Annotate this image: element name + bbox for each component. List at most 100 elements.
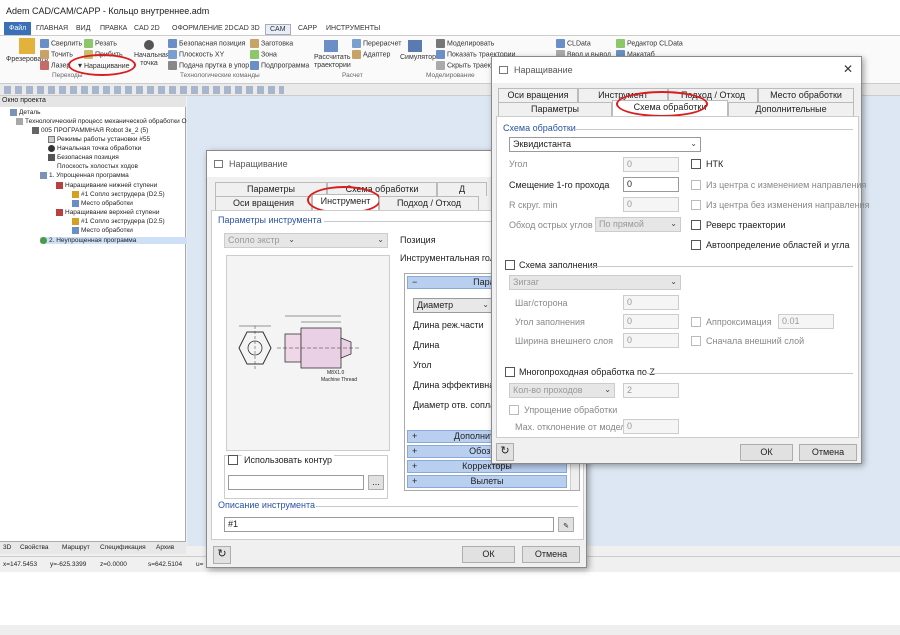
drill-button[interactable]: Сверлить <box>40 39 82 48</box>
start-point-button[interactable]: Начальная точка <box>134 40 170 68</box>
tab-tools[interactable]: ИНСТРУМЕНТЫ <box>322 24 384 33</box>
blank-button[interactable]: Заготовка <box>250 39 293 48</box>
feed-bar-icon <box>168 61 177 70</box>
zone-button[interactable]: Зона <box>250 50 277 59</box>
editor-cldata-button[interactable]: Редактор CLData <box>616 39 683 48</box>
description-input[interactable]: #1 <box>224 517 554 532</box>
turn-button[interactable]: Точить <box>40 50 73 59</box>
cldata-button[interactable]: CLData <box>556 39 591 48</box>
angle-input[interactable]: 0 <box>623 157 679 172</box>
param-label: Длина эффективная <box>413 380 500 390</box>
tab-cad2d[interactable]: CAD 2D <box>130 24 164 33</box>
tab-cam[interactable]: CAM <box>265 24 291 35</box>
cancel-button[interactable]: Отмена <box>522 546 580 563</box>
edit-description-button[interactable]: ✎ <box>558 517 574 532</box>
approx-input[interactable]: 0.01 <box>778 314 834 329</box>
tree-item[interactable]: 005 ПРОГРАММНАЯ Robot 3к_2 (5) <box>32 127 148 134</box>
max-dev-input[interactable]: 0 <box>623 419 679 434</box>
passes-input[interactable]: 2 <box>623 383 679 398</box>
laser-button[interactable]: Лазер <box>40 61 70 70</box>
file-tab[interactable]: Файл <box>4 22 32 35</box>
rmin-input[interactable]: 0 <box>623 197 679 212</box>
scheme-select[interactable]: Эквидистанта ⌄ <box>509 137 701 152</box>
tree-item[interactable]: 1. Упрощенная программа <box>40 172 129 179</box>
tab-cad3d[interactable]: CAD 3D <box>230 24 264 33</box>
tab-drafting[interactable]: ОФОРМЛЕНИЕ 2D <box>168 24 238 33</box>
tree-item[interactable]: #1 Сопло экструдера (D2.5) <box>72 218 165 225</box>
safe-position-button[interactable]: Безопасная позиция <box>168 39 245 48</box>
tab-3d[interactable]: 3D <box>3 544 11 551</box>
fill-scheme-checkbox[interactable] <box>505 260 515 270</box>
tab-capp[interactable]: CAPP <box>294 24 321 33</box>
highlight-ring <box>616 91 708 117</box>
from-center-nodir-checkbox[interactable] <box>691 200 701 210</box>
tab-additional[interactable]: Дополнительные <box>728 102 854 116</box>
group-overhangs[interactable]: + Вылеты <box>407 475 567 488</box>
param-type-select[interactable]: Диаметр ⌄ <box>413 298 493 313</box>
adapter-button[interactable]: Адаптер <box>352 50 390 59</box>
tree-item[interactable]: Режимы работы установки #55 <box>48 136 150 143</box>
passes-select[interactable]: Кол-во проходов ⌄ <box>509 383 615 398</box>
outer-width-input[interactable]: 0 <box>623 333 679 348</box>
offset-input[interactable]: 0 <box>623 177 679 192</box>
corner-select[interactable]: По прямой ⌄ <box>595 217 681 232</box>
tab-specification[interactable]: Спецификация <box>100 544 146 551</box>
tab-view[interactable]: ВИД <box>72 24 94 33</box>
simulator-button[interactable]: Симулятор <box>400 40 436 61</box>
from-center-dir-checkbox[interactable] <box>691 180 701 190</box>
tab-rotation-axes[interactable]: Оси вращения <box>498 88 578 102</box>
tab-archive[interactable]: Архив <box>156 544 174 551</box>
tree-item[interactable]: Безопасная позиция <box>48 154 119 161</box>
subprogram-button[interactable]: Подпрограмма <box>250 61 309 70</box>
browse-contour-button[interactable]: ... <box>368 475 384 490</box>
simplify-checkbox[interactable] <box>509 405 519 415</box>
tab-properties[interactable]: Свойства <box>20 544 49 551</box>
tree-item[interactable]: Технологический процесс механической обр… <box>16 118 197 125</box>
tab-rotation-axes[interactable]: Оси вращения <box>215 196 312 210</box>
ok-button[interactable]: ОК <box>740 444 793 461</box>
fill-select[interactable]: Зигзаг ⌄ <box>509 275 681 290</box>
tab-additional[interactable]: Д <box>437 182 487 196</box>
use-contour-checkbox[interactable] <box>228 455 238 465</box>
location-icon <box>72 227 79 234</box>
tree-item[interactable]: Начальная точка обработки <box>48 145 141 152</box>
tool-select[interactable]: Сопло экстр ⌄ ⌄ <box>224 233 388 248</box>
multipass-checkbox[interactable] <box>505 367 515 377</box>
tab-route[interactable]: Маршрут <box>62 544 90 551</box>
reverse-label: Реверс траектории <box>706 220 786 230</box>
outer-first-checkbox[interactable] <box>691 336 701 346</box>
tab-approach[interactable]: Подход / Отход <box>379 196 479 210</box>
approx-checkbox[interactable] <box>691 317 701 327</box>
tree-item[interactable]: Наращивание верхней ступени <box>56 209 160 216</box>
tree-item[interactable]: Место обработки <box>72 227 133 234</box>
tree-item-selected[interactable]: 2. Неупрощенная программа <box>40 237 197 245</box>
model-button[interactable]: Моделировать <box>436 39 494 48</box>
refresh-button[interactable]: ↻ <box>496 443 514 461</box>
cut-button[interactable]: Резать <box>84 39 117 48</box>
auto-areas-checkbox[interactable] <box>691 240 701 250</box>
tab-home[interactable]: ГЛАВНАЯ <box>32 24 72 33</box>
close-icon[interactable]: ✕ <box>843 62 853 76</box>
contour-input[interactable] <box>228 475 364 490</box>
tree-item[interactable]: Плоскость холостых ходов <box>48 163 138 170</box>
tree-item[interactable]: Наращивание нижней ступени <box>56 182 157 189</box>
calc-paths-button[interactable]: Рассчитать траектории <box>314 40 351 70</box>
step-input[interactable]: 0 <box>623 295 679 310</box>
coord-s: s=642.5104 <box>148 561 183 568</box>
tree-item[interactable]: Место обработки <box>72 200 133 207</box>
tab-location[interactable]: Место обработки <box>758 88 854 102</box>
tree-item[interactable]: #1 Сопло экструдера (D2.5) <box>72 191 165 198</box>
tab-edit[interactable]: ПРАВКА <box>96 24 131 33</box>
cancel-button[interactable]: Отмена <box>799 444 857 461</box>
refresh-button[interactable]: ↻ <box>213 546 231 564</box>
plane-xy-button[interactable]: Плоскость XY <box>168 50 224 59</box>
ntk-checkbox[interactable] <box>691 159 701 169</box>
tree-item[interactable]: Деталь <box>10 109 41 116</box>
recalc-button[interactable]: Перерасчет <box>352 39 401 48</box>
ok-button[interactable]: ОК <box>462 546 515 563</box>
feed-bar-button[interactable]: Подача прутка в упор <box>168 61 249 70</box>
fill-angle-input[interactable]: 0 <box>623 314 679 329</box>
tab-parameters[interactable]: Параметры <box>498 102 612 116</box>
reverse-checkbox[interactable] <box>691 220 701 230</box>
toolbar-icons[interactable] <box>4 86 284 94</box>
